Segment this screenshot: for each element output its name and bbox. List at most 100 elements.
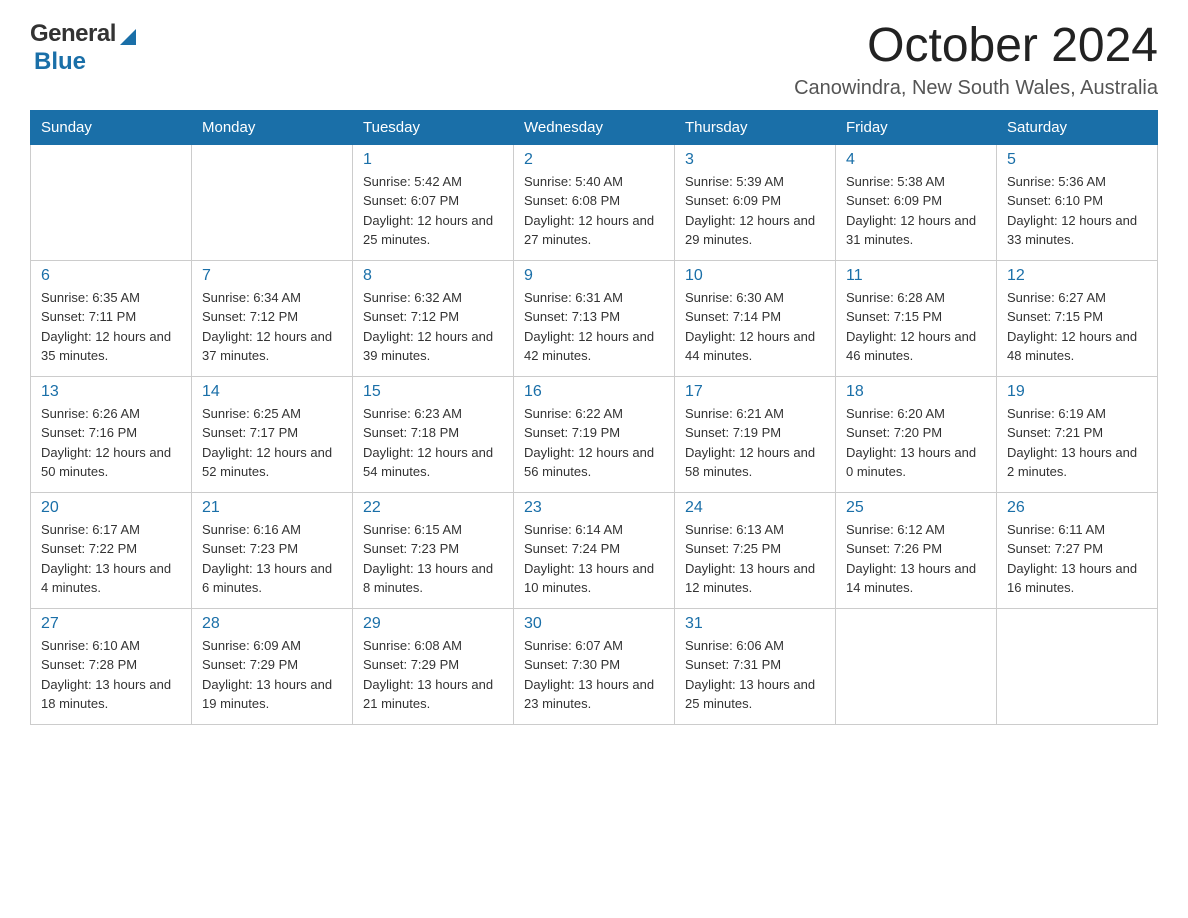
day-number: 8 [363,267,503,285]
month-title: October 2024 [794,20,1158,73]
table-row: 5 Sunrise: 5:36 AMSunset: 6:10 PMDaylight… [997,144,1158,260]
day-info: Sunrise: 6:10 AMSunset: 7:28 PMDaylight:… [41,636,181,714]
table-row: 30Sunrise: 6:07 AMSunset: 7:30 PMDayligh… [514,608,675,724]
day-info: Sunrise: 6:13 AMSunset: 7:25 PMDaylight:… [685,520,825,598]
day-number: 19 [1007,383,1147,401]
day-info: Sunrise: 6:35 AMSunset: 7:11 PMDaylight:… [41,288,181,366]
day-number: 18 [846,383,986,401]
day-number: 29 [363,615,503,633]
day-number: 26 [1007,499,1147,517]
day-info: Sunrise: 6:20 AMSunset: 7:20 PMDaylight:… [846,404,986,482]
day-number: 3 [685,151,825,169]
day-info: Sunrise: 6:22 AMSunset: 7:19 PMDaylight:… [524,404,664,482]
location-title: Canowindra, New South Wales, Australia [794,77,1158,100]
day-info: Sunrise: 6:31 AMSunset: 7:13 PMDaylight:… [524,288,664,366]
table-row: 1Sunrise: 5:42 AMSunset: 6:07 PMDaylight… [353,144,514,260]
table-row: 27Sunrise: 6:10 AMSunset: 7:28 PMDayligh… [31,608,192,724]
day-info: Sunrise: 6:27 AMSunset: 7:15 PMDaylight:… [1007,288,1147,366]
day-number: 9 [524,267,664,285]
calendar-week-row: 13 Sunrise: 6:26 AMSunset: 7:16 PMDayligh… [31,376,1158,492]
day-number: 24 [685,499,825,517]
day-info: Sunrise: 6:15 AMSunset: 7:23 PMDaylight:… [363,520,503,598]
table-row: 15 Sunrise: 6:23 AMSunset: 7:18 PMDayligh… [353,376,514,492]
day-info: Sunrise: 6:14 AMSunset: 7:24 PMDaylight:… [524,520,664,598]
table-row: 3 Sunrise: 5:39 AMSunset: 6:09 PMDaylight… [675,144,836,260]
day-info: Sunrise: 6:08 AMSunset: 7:29 PMDaylight:… [363,636,503,714]
day-number: 13 [41,383,181,401]
table-row: 9 Sunrise: 6:31 AMSunset: 7:13 PMDaylight… [514,260,675,376]
table-row: 12Sunrise: 6:27 AMSunset: 7:15 PMDayligh… [997,260,1158,376]
title-section: October 2024 Canowindra, New South Wales… [794,20,1158,100]
table-row: 4 Sunrise: 5:38 AMSunset: 6:09 PMDaylight… [836,144,997,260]
day-number: 15 [363,383,503,401]
day-number: 16 [524,383,664,401]
calendar-header-row: Sunday Monday Tuesday Wednesday Thursday… [31,110,1158,144]
day-number: 22 [363,499,503,517]
table-row: 16 Sunrise: 6:22 AMSunset: 7:19 PMDayligh… [514,376,675,492]
table-row: 20 Sunrise: 6:17 AMSunset: 7:22 PMDayligh… [31,492,192,608]
day-info: Sunrise: 6:21 AMSunset: 7:19 PMDaylight:… [685,404,825,482]
table-row: 7Sunrise: 6:34 AMSunset: 7:12 PMDaylight… [192,260,353,376]
table-row: 21Sunrise: 6:16 AMSunset: 7:23 PMDayligh… [192,492,353,608]
day-info: Sunrise: 6:25 AMSunset: 7:17 PMDaylight:… [202,404,342,482]
table-row [836,608,997,724]
calendar-week-row: 27Sunrise: 6:10 AMSunset: 7:28 PMDayligh… [31,608,1158,724]
day-info: Sunrise: 6:17 AMSunset: 7:22 PMDaylight:… [41,520,181,598]
day-info: Sunrise: 6:06 AMSunset: 7:31 PMDaylight:… [685,636,825,714]
logo-triangle-icon [120,29,136,45]
table-row: 13 Sunrise: 6:26 AMSunset: 7:16 PMDayligh… [31,376,192,492]
day-number: 11 [846,267,986,285]
day-info: Sunrise: 6:30 AMSunset: 7:14 PMDaylight:… [685,288,825,366]
day-info: Sunrise: 6:26 AMSunset: 7:16 PMDaylight:… [41,404,181,482]
table-row: 8 Sunrise: 6:32 AMSunset: 7:12 PMDaylight… [353,260,514,376]
day-info: Sunrise: 6:07 AMSunset: 7:30 PMDaylight:… [524,636,664,714]
table-row: 18 Sunrise: 6:20 AMSunset: 7:20 PMDayligh… [836,376,997,492]
header-monday: Monday [192,110,353,144]
day-info: Sunrise: 5:38 AMSunset: 6:09 PMDaylight:… [846,172,986,250]
header-saturday: Saturday [997,110,1158,144]
day-number: 28 [202,615,342,633]
day-info: Sunrise: 5:40 AMSunset: 6:08 PMDaylight:… [524,172,664,250]
logo: General Blue [30,20,136,76]
day-info: Sunrise: 6:23 AMSunset: 7:18 PMDaylight:… [363,404,503,482]
table-row: 6 Sunrise: 6:35 AMSunset: 7:11 PMDaylight… [31,260,192,376]
day-info: Sunrise: 5:39 AMSunset: 6:09 PMDaylight:… [685,172,825,250]
day-number: 2 [524,151,664,169]
table-row: 14 Sunrise: 6:25 AMSunset: 7:17 PMDayligh… [192,376,353,492]
table-row: 23 Sunrise: 6:14 AMSunset: 7:24 PMDayligh… [514,492,675,608]
day-number: 5 [1007,151,1147,169]
logo-general-text: General [30,20,116,48]
header-thursday: Thursday [675,110,836,144]
day-number: 6 [41,267,181,285]
table-row: 19 Sunrise: 6:19 AMSunset: 7:21 PMDayligh… [997,376,1158,492]
table-row [31,144,192,260]
day-number: 31 [685,615,825,633]
day-info: Sunrise: 5:36 AMSunset: 6:10 PMDaylight:… [1007,172,1147,250]
table-row: 17Sunrise: 6:21 AMSunset: 7:19 PMDayligh… [675,376,836,492]
day-number: 4 [846,151,986,169]
table-row: 11 Sunrise: 6:28 AMSunset: 7:15 PMDayligh… [836,260,997,376]
table-row: 25Sunrise: 6:12 AMSunset: 7:26 PMDayligh… [836,492,997,608]
calendar-table: Sunday Monday Tuesday Wednesday Thursday… [30,110,1158,725]
table-row: 24 Sunrise: 6:13 AMSunset: 7:25 PMDayligh… [675,492,836,608]
table-row: 26Sunrise: 6:11 AMSunset: 7:27 PMDayligh… [997,492,1158,608]
table-row: 2 Sunrise: 5:40 AMSunset: 6:08 PMDaylight… [514,144,675,260]
table-row: 28Sunrise: 6:09 AMSunset: 7:29 PMDayligh… [192,608,353,724]
day-info: Sunrise: 6:32 AMSunset: 7:12 PMDaylight:… [363,288,503,366]
calendar-week-row: 1Sunrise: 5:42 AMSunset: 6:07 PMDaylight… [31,144,1158,260]
day-info: Sunrise: 6:19 AMSunset: 7:21 PMDaylight:… [1007,404,1147,482]
day-number: 25 [846,499,986,517]
day-info: Sunrise: 6:28 AMSunset: 7:15 PMDaylight:… [846,288,986,366]
day-info: Sunrise: 5:42 AMSunset: 6:07 PMDaylight:… [363,172,503,250]
header-sunday: Sunday [31,110,192,144]
day-info: Sunrise: 6:16 AMSunset: 7:23 PMDaylight:… [202,520,342,598]
table-row: 22 Sunrise: 6:15 AMSunset: 7:23 PMDayligh… [353,492,514,608]
table-row: 31 Sunrise: 6:06 AMSunset: 7:31 PMDayligh… [675,608,836,724]
logo-blue-text: Blue [34,48,86,76]
day-number: 14 [202,383,342,401]
day-number: 20 [41,499,181,517]
table-row: 29 Sunrise: 6:08 AMSunset: 7:29 PMDayligh… [353,608,514,724]
day-number: 23 [524,499,664,517]
page-header: General Blue October 2024 Canowindra, Ne… [30,20,1158,100]
calendar-week-row: 6 Sunrise: 6:35 AMSunset: 7:11 PMDaylight… [31,260,1158,376]
